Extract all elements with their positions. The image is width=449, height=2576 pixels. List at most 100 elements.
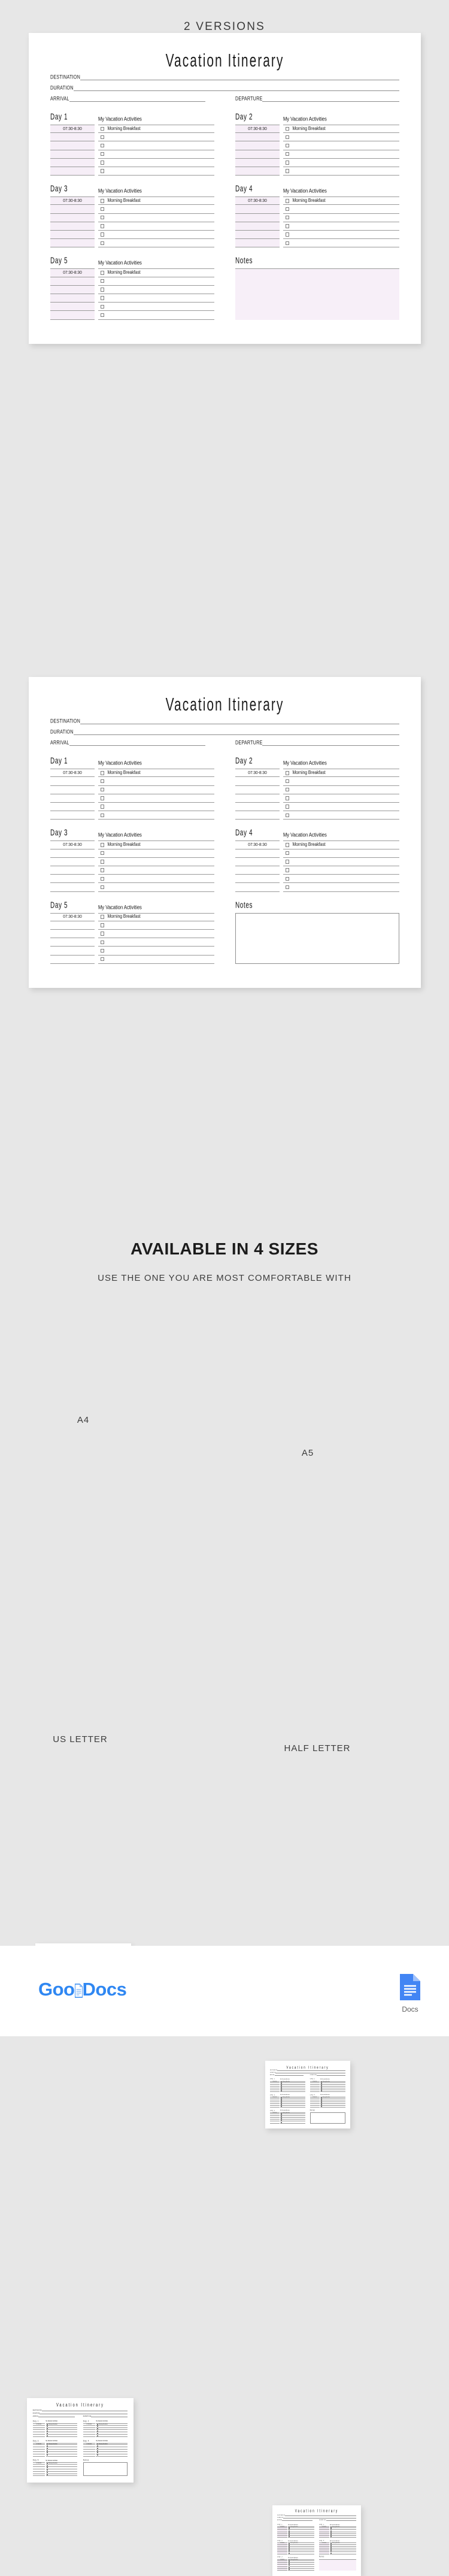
time-cell-day-2-row-4[interactable] [235,794,280,803]
activity-cell-day-4-row-6[interactable] [320,2106,346,2108]
checkbox-icon[interactable] [285,207,290,211]
time-cell-day-4-row-4[interactable] [235,866,280,875]
activity-cell-day-2-row-6[interactable] [283,167,399,176]
checkbox-icon[interactable] [285,126,290,131]
checkbox-icon[interactable] [320,2106,322,2108]
checkbox-icon[interactable] [46,2463,48,2465]
checkbox-icon[interactable] [100,304,105,309]
activity-cell-day-5-row-4[interactable] [98,294,214,303]
time-cell-day-4-row-3[interactable] [235,213,280,222]
time-cell-day-5-row-5[interactable] [50,947,95,956]
checkbox-icon[interactable] [320,2100,322,2102]
checkbox-icon[interactable] [289,2536,290,2538]
activity-cell-day-5-row-6[interactable] [98,311,214,320]
time-cell-day-3-row-6[interactable] [50,239,95,248]
time-cell-day-3-row-4[interactable] [50,866,95,875]
field-destination[interactable]: DESTINATION [50,718,399,725]
activity-cell-day-5-row-2[interactable] [98,921,214,930]
checkbox-icon[interactable] [281,2121,283,2123]
field-arrival[interactable]: ARRIVAL [277,2520,313,2521]
time-cell-day-1-row-1[interactable]: 07:30-8:30 [50,769,95,778]
activity-cell-day-1-row-1[interactable]: Morning Breakfast [98,769,214,778]
activity-cell-day-1-row-6[interactable] [288,2536,315,2538]
checkbox-icon[interactable] [289,2534,290,2536]
time-cell-day-3-row-5[interactable] [50,230,95,240]
checkbox-icon[interactable] [46,2445,48,2447]
checkbox-icon[interactable] [46,2426,48,2427]
time-cell-day-3-row-4[interactable] [50,222,95,231]
activity-cell-day-4-row-3[interactable] [283,214,399,222]
activity-cell-day-1-row-4[interactable] [98,150,214,159]
checkbox-icon[interactable] [100,161,105,165]
activity-cell-day-1-row-2[interactable] [98,777,214,786]
checkbox-icon[interactable] [289,2566,290,2568]
time-cell-day-5-row-6[interactable] [50,311,95,320]
activity-cell-day-2-row-6[interactable] [330,2536,356,2538]
field-arrival[interactable]: ARRIVAL [50,739,206,746]
field-destination[interactable]: DESTINATION [50,74,399,80]
field-input-destination[interactable] [277,2070,346,2072]
checkbox-icon[interactable] [96,2447,98,2449]
time-cell-day-1-row-6[interactable] [277,2536,287,2538]
time-cell-day-4-row-4[interactable] [235,222,280,231]
time-cell-day-3-row-6[interactable] [269,2106,280,2108]
time-cell-day-5-row-2[interactable] [50,277,95,286]
activity-cell-day-1-row-3[interactable] [98,141,214,150]
checkbox-icon[interactable] [100,135,105,140]
field-input-arrival[interactable] [282,2520,313,2521]
checkbox-icon[interactable] [46,2447,48,2449]
checkbox-icon[interactable] [285,851,290,855]
notes-textarea[interactable] [235,912,399,964]
checkbox-icon[interactable] [289,2528,290,2530]
checkbox-icon[interactable] [330,2528,332,2530]
activity-cell-day-3-row-4[interactable] [98,866,214,875]
activity-cell-day-1-row-5[interactable] [98,159,214,167]
activity-cell-day-5-row-1[interactable]: Morning Breakfast [98,912,214,921]
activity-cell-day-2-row-5[interactable] [283,803,399,812]
checkbox-icon[interactable] [285,135,290,140]
checkbox-icon[interactable] [289,2548,290,2550]
checkbox-icon[interactable] [281,2106,283,2108]
time-cell-day-4-row-3[interactable] [235,858,280,866]
time-cell-day-4-row-6[interactable] [235,239,280,248]
notes-textarea[interactable] [235,268,399,320]
checkbox-icon[interactable] [46,2469,48,2471]
checkbox-icon[interactable] [100,241,105,246]
checkbox-icon[interactable] [320,2086,322,2088]
time-cell-day-4-row-1[interactable]: 07:30-8:30 [235,196,280,205]
activity-cell-day-2-row-1[interactable]: Morning Breakfast [283,125,399,134]
checkbox-icon[interactable] [100,207,105,211]
field-duration[interactable]: DURATION [33,2412,128,2414]
checkbox-icon[interactable] [46,2452,48,2454]
field-departure[interactable]: DEPARTURE [310,2075,346,2076]
checkbox-icon[interactable] [330,2532,332,2533]
activity-cell-day-4-row-4[interactable] [283,866,399,875]
field-duration[interactable]: DURATION [50,84,399,91]
activity-cell-day-4-row-6[interactable] [330,2552,356,2554]
checkbox-icon[interactable] [46,2454,48,2456]
time-cell-day-1-row-6[interactable] [32,2435,45,2438]
checkbox-icon[interactable] [281,2104,283,2106]
checkbox-icon[interactable] [46,2474,48,2476]
checkbox-icon[interactable] [330,2530,332,2532]
field-input-duration[interactable] [73,734,399,736]
checkbox-icon[interactable] [281,2082,283,2084]
activity-cell-day-5-row-1[interactable]: Morning Breakfast [98,268,214,277]
time-cell-day-4-row-1[interactable]: 07:30-8:30 [235,840,280,849]
time-cell-day-1-row-3[interactable] [50,141,95,150]
time-cell-day-3-row-3[interactable] [50,213,95,222]
checkbox-icon[interactable] [46,2430,48,2432]
activity-cell-day-3-row-1[interactable]: Morning Breakfast [98,196,214,205]
checkbox-icon[interactable] [100,126,105,131]
checkbox-icon[interactable] [100,279,105,283]
checkbox-icon[interactable] [100,851,105,855]
time-cell-day-3-row-1[interactable]: 07:30-8:30 [50,840,95,849]
activity-cell-day-2-row-6[interactable] [283,811,399,820]
activity-cell-day-2-row-5[interactable] [283,159,399,167]
checkbox-icon[interactable] [281,2118,283,2120]
checkbox-icon[interactable] [100,296,105,300]
time-cell-day-2-row-6[interactable] [235,167,280,176]
checkbox-icon[interactable] [320,2098,322,2100]
checkbox-icon[interactable] [100,271,105,275]
field-departure[interactable]: DEPARTURE [319,2520,356,2521]
